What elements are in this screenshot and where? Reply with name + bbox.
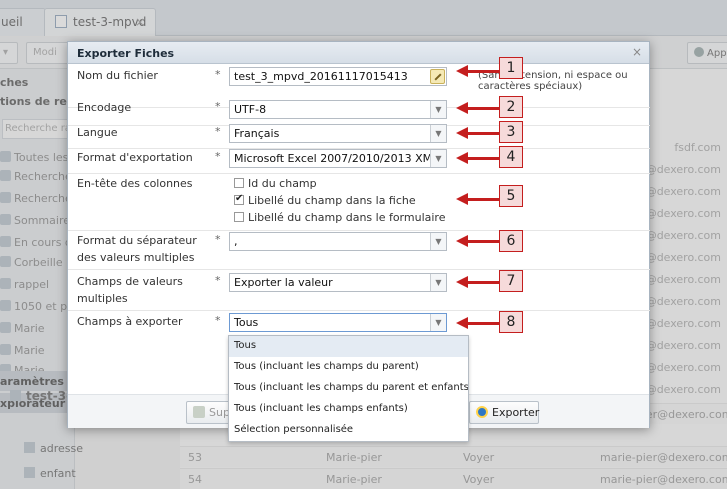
export-fields-label: Champs à exporter — [77, 315, 183, 328]
language-label: Langue — [77, 126, 118, 139]
export-fields-value: Tous — [234, 316, 259, 329]
callout-badge: 8 — [499, 311, 523, 333]
separator-label: Format du séparateur des valeurs multipl… — [77, 234, 197, 264]
language-value: Français — [234, 127, 280, 140]
dropdown-option[interactable]: Tous — [229, 336, 468, 357]
row-format: Format d'exportation * Microsoft Excel 2… — [68, 148, 650, 174]
filename-value: test_3_mpvd_20161117015413 — [234, 70, 408, 83]
dropdown-option[interactable]: Tous (incluant les champs du parent et e… — [229, 378, 468, 399]
row-value-fields: Champs de valeurs multiples * Exporter l… — [68, 271, 650, 311]
callout-badge: 5 — [499, 185, 523, 207]
row-language: Langue * Français ▼ — [68, 123, 650, 149]
encoding-select[interactable]: UTF-8 ▼ — [229, 100, 447, 119]
encoding-label: Encodage — [77, 101, 132, 114]
dropdown-option[interactable]: Tous (incluant les champs enfants) — [229, 399, 468, 420]
edit-icon[interactable] — [430, 69, 445, 84]
checkbox[interactable] — [234, 212, 244, 222]
checkbox-label: Libellé du champ dans la fiche — [248, 194, 416, 207]
callout-badge: 6 — [499, 230, 523, 252]
checkbox-field-id[interactable]: Id du champ — [234, 177, 317, 190]
format-value: Microsoft Excel 2007/2010/2013 XML (.x — [234, 152, 447, 165]
value-fields-label: Champs de valeurs multiples — [77, 275, 183, 305]
export-fields-select[interactable]: Tous ▼ — [229, 313, 447, 332]
checkbox-label: Libellé du champ dans le formulaire — [248, 211, 446, 224]
format-select[interactable]: Microsoft Excel 2007/2010/2013 XML (.x ▼ — [229, 149, 447, 168]
value-fields-value: Exporter la valeur — [234, 276, 333, 289]
trash-icon — [193, 406, 205, 418]
language-select[interactable]: Français ▼ — [229, 124, 447, 143]
checkbox-label: Id du champ — [248, 177, 317, 190]
value-fields-select[interactable]: Exporter la valeur ▼ — [229, 273, 447, 292]
close-icon[interactable]: × — [632, 45, 642, 59]
export-button[interactable]: Exporter — [469, 401, 539, 424]
row-encoding: Encodage * UTF-8 ▼ — [68, 98, 650, 126]
required-mark: * — [215, 274, 221, 287]
format-label: Format d'exportation — [77, 151, 193, 164]
chevron-down-icon[interactable]: ▼ — [430, 274, 446, 291]
chevron-down-icon[interactable]: ▼ — [430, 101, 446, 118]
callout-badge: 7 — [499, 270, 523, 292]
delete-label: Sup — [209, 406, 230, 419]
export-fields-dropdown: Tous Tous (incluant les champs du parent… — [228, 335, 469, 442]
chevron-down-icon[interactable]: ▼ — [430, 314, 446, 331]
headers-label: En-tête des colonnes — [77, 177, 193, 190]
delete-button[interactable]: Sup — [186, 401, 232, 424]
separator-value: , — [234, 235, 238, 248]
callout-badge: 1 — [499, 57, 523, 79]
checkbox-field-label-record[interactable]: Libellé du champ dans la fiche — [234, 193, 416, 207]
export-icon — [476, 406, 488, 418]
required-mark: * — [215, 100, 221, 113]
separator-select[interactable]: , ▼ — [229, 232, 447, 251]
dropdown-option[interactable]: Tous (incluant les champs du parent) — [229, 357, 468, 378]
callout-badge: 3 — [499, 121, 523, 143]
row-headers: En-tête des colonnes Id du champ Libellé… — [68, 173, 650, 231]
checkbox[interactable] — [234, 178, 244, 188]
checkbox-field-label-form[interactable]: Libellé du champ dans le formulaire — [234, 211, 445, 224]
chevron-down-icon[interactable]: ▼ — [430, 233, 446, 250]
dropdown-option[interactable]: Sélection personnalisée — [229, 420, 468, 441]
callout-badge: 2 — [499, 96, 523, 118]
dialog-title: Exporter Fiches — [68, 42, 649, 64]
callout-badge: 4 — [499, 146, 523, 168]
required-mark: * — [215, 314, 221, 327]
checkbox-checked[interactable] — [234, 193, 244, 205]
chevron-down-icon[interactable]: ▼ — [430, 150, 446, 167]
required-mark: * — [215, 150, 221, 163]
required-mark: * — [215, 233, 221, 246]
encoding-value: UTF-8 — [234, 103, 267, 116]
required-mark: * — [215, 125, 221, 138]
export-label: Exporter — [492, 406, 540, 419]
filename-input[interactable]: test_3_mpvd_20161117015413 — [229, 67, 447, 86]
filename-label: Nom du fichier — [77, 69, 158, 82]
required-mark: * — [215, 68, 221, 81]
chevron-down-icon[interactable]: ▼ — [430, 125, 446, 142]
row-separator: Format du séparateur des valeurs multipl… — [68, 230, 650, 270]
